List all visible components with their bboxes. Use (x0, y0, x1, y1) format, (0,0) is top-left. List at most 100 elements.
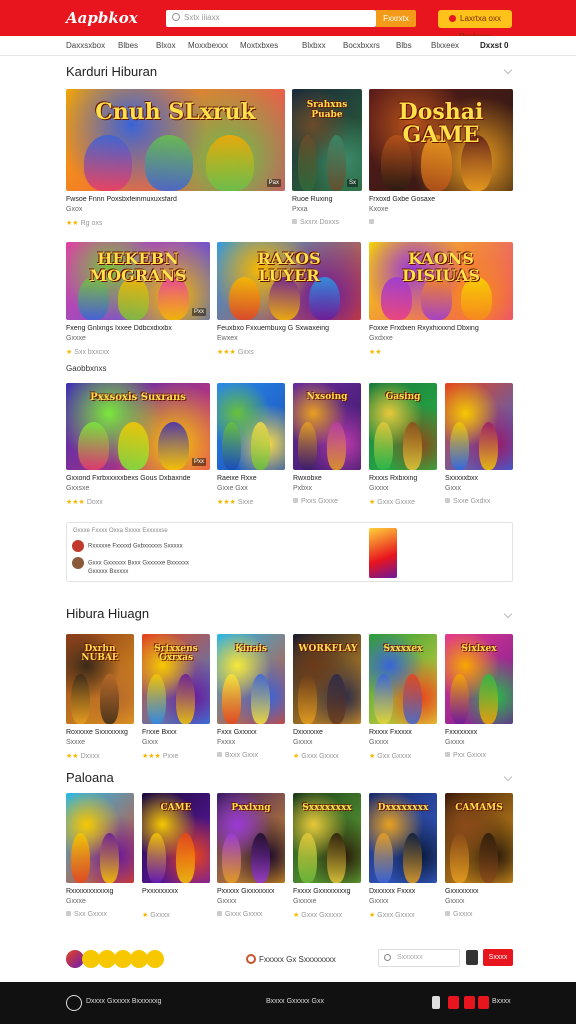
chevron-down-icon[interactable] (503, 772, 513, 782)
game-title[interactable]: Rxxxx Fxxxxx (369, 729, 437, 736)
game-card[interactable]: HEKEBN MOGRANS Pxx Fxeng Gnlxngs Ixxee Ddb… (66, 242, 210, 356)
game-card[interactable]: Cnuh SLxruk Pax Fwsoe Fnnn Poxsbxfeinmuxux… (66, 89, 285, 227)
game-thumbnail[interactable]: KAONS DISIUAS (369, 242, 513, 320)
nav-item[interactable]: Blxxeex (431, 41, 459, 50)
nav-item[interactable]: Blbes (118, 41, 138, 50)
game-thumbnail[interactable] (66, 793, 134, 883)
game-title[interactable]: Rwxobxe (293, 475, 361, 482)
game-title[interactable]: Rxxxxxxxxxxxg (66, 888, 134, 895)
game-title[interactable]: Pxxxxx Gxxxxxxxx (217, 888, 285, 895)
game-title[interactable]: Gxxxxxxxx (445, 888, 513, 895)
game-thumbnail[interactable]: Sxxxxxxxx (293, 793, 361, 883)
game-card[interactable]: Dxrhn NUBAE Roxxxxe Sxxxxxxxg Sxxxe ★★ Dxxxx (66, 634, 134, 760)
game-thumbnail[interactable]: Pxxlxng (217, 793, 285, 883)
game-card[interactable]: Doshai GAME Frxoxd Gxbe Gosaxe Kxoxe (369, 89, 513, 224)
game-title[interactable]: Sxxxxxbxx (445, 475, 513, 482)
game-card[interactable]: Dxxxxxxxx Dxxxxxx Fxxxx Gxxxx ★ Gxxx Gxxxx (369, 793, 437, 919)
lock-icon[interactable] (432, 996, 440, 1009)
game-title[interactable]: Frxoxd Gxbe Gosaxe (369, 196, 513, 203)
game-title[interactable]: Foxxe Frxdxen Rxyxhxxxnd Dbxing (369, 325, 513, 332)
game-thumbnail[interactable] (445, 383, 513, 470)
game-title[interactable]: Ruoe Ruxing (292, 196, 362, 203)
search-box[interactable]: Sxtx iiiaxx (166, 10, 376, 27)
nav-item[interactable]: Bocxbxxrs (343, 41, 380, 50)
game-card[interactable]: Sxxxxxbxx Gxxx Sxxe Gxdxx (445, 383, 513, 505)
game-card[interactable]: Pxxlxng Pxxxxx Gxxxxxxxx Gxxxx Gxxx Gxxxx (217, 793, 285, 918)
game-card[interactable]: Pxxsoxis Suxrans Pxx Gxxond Fxrbxxxxxbexs … (66, 383, 210, 506)
game-thumbnail[interactable]: RAXOS LUYER (217, 242, 361, 320)
game-thumbnail[interactable]: Srahxns Puabe Sx (292, 89, 362, 191)
review-game-thumbnail[interactable] (369, 528, 397, 578)
game-title[interactable]: Roxxxxe Sxxxxxxxg (66, 729, 134, 736)
game-thumbnail[interactable]: CAMAMS (445, 793, 513, 883)
game-card[interactable]: Nxsoing Rwxobxe Pxbxx Pxxs Gxxxe (293, 383, 361, 505)
review-row[interactable]: Gxxxxx Bxxxxx (88, 569, 128, 575)
social-icon[interactable] (464, 996, 475, 1009)
game-thumbnail[interactable]: Gasing (369, 383, 437, 470)
game-card[interactable]: RAXOS LUYER Feuxbxo Fxxuembuxg G Sxwaxein… (217, 242, 361, 356)
game-card[interactable]: KAONS DISIUAS Foxxe Frxdxen Rxyxhxxxnd Db… (369, 242, 513, 356)
social-icon[interactable] (478, 996, 489, 1009)
footer-center-text[interactable]: Bxxxx Gxxxxx Gxx (266, 998, 324, 1005)
game-thumbnail[interactable]: Pxxsoxis Suxrans Pxx (66, 383, 210, 470)
globe-icon[interactable] (66, 995, 82, 1011)
game-title[interactable]: Pxxxxxxxxx (142, 888, 210, 895)
cart-button[interactable]: Dxxst 0 (480, 41, 508, 50)
game-thumbnail[interactable]: WORKFLAY (293, 634, 361, 724)
game-thumbnail[interactable]: HEKEBN MOGRANS Pxx (66, 242, 210, 320)
game-thumbnail[interactable]: Dxrhn NUBAE (66, 634, 134, 724)
game-title[interactable]: Fwsoe Fnnn Poxsbxfeinmuxuxsfard (66, 196, 285, 203)
nav-item[interactable]: Moxtxbxes (240, 41, 278, 50)
game-card[interactable]: Sxxxxxxxx Fxxxx Gxxxxxxxxg Gxxxxe ★ Gxxx Gxx… (293, 793, 361, 919)
go-button[interactable]: Sxxxx (483, 949, 513, 966)
center-link[interactable]: Fxxxxx Gx Sxxxxxxxx (246, 954, 336, 964)
footer-left-text[interactable]: Dxxxx Gxxxxx Bxxxxxxg (86, 998, 161, 1005)
game-thumbnail[interactable]: Kinais (217, 634, 285, 724)
game-thumbnail[interactable]: Srtxxens Gxrxas (142, 634, 210, 724)
bottom-search[interactable]: Sxxxxxx (378, 949, 460, 967)
game-title[interactable]: Rxxxs Rxbxxng (369, 475, 437, 482)
social-icon[interactable] (448, 996, 459, 1009)
nav-item[interactable]: Daxxsxbox (66, 41, 105, 50)
game-card[interactable]: CAME Pxxxxxxxxx ★ Gxxxx (142, 793, 210, 919)
game-thumbnail[interactable]: Sixlxex (445, 634, 513, 724)
game-title[interactable]: Dxxxxxxe (293, 729, 361, 736)
bottom-search-input[interactable]: Sxxxxxx (397, 954, 423, 961)
game-card[interactable]: CAMAMS Gxxxxxxxx Gxxxx Gxxxx (445, 793, 513, 918)
nav-item[interactable]: Blxbxx (302, 41, 326, 50)
game-card[interactable]: Sxxxxex Rxxxx Fxxxxx Gxxxx ★ Gxx Gxxxx (369, 634, 437, 760)
game-card[interactable]: WORKFLAY Dxxxxxxe Gxxxx ★ Gxxx Gxxxx (293, 634, 361, 760)
game-title[interactable]: Raeixe Rxxe (217, 475, 285, 482)
game-card[interactable]: Srahxns Puabe Sx Ruoe Ruxing Pxxa Sxxrx Doxx… (292, 89, 362, 226)
game-thumbnail[interactable]: Sxxxxex (369, 634, 437, 724)
review-row[interactable]: Gxxx Gxxxxxx Bxxx Gxxxxxe Bxxxxxx (72, 557, 189, 569)
footer-right-text[interactable]: Bxxxx (492, 998, 511, 1005)
game-card[interactable]: Kinais Fxxx Gxxxxx Fxxxx Bxxx Gxxx (217, 634, 285, 759)
game-title[interactable]: Feuxbxo Fxxuembuxg G Sxwaxeing (217, 325, 361, 332)
game-thumbnail[interactable]: Nxsoing (293, 383, 361, 470)
game-title[interactable]: Fxxxxxxxx (445, 729, 513, 736)
game-title[interactable]: Frxxe Bxxx (142, 729, 210, 736)
game-title[interactable]: Dxxxxxx Fxxxx (369, 888, 437, 895)
game-thumbnail[interactable]: CAME (142, 793, 210, 883)
search-input[interactable]: Sxtx iiiaxx (184, 13, 220, 22)
game-thumbnail[interactable]: Dxxxxxxxx (369, 793, 437, 883)
game-thumbnail[interactable] (217, 383, 285, 470)
nav-item[interactable]: Moxxbexxx (188, 41, 228, 50)
game-title[interactable]: Fxxx Gxxxxx (217, 729, 285, 736)
chevron-down-icon[interactable] (503, 609, 513, 619)
document-icon[interactable] (466, 950, 478, 965)
game-card[interactable]: Gasing Rxxxs Rxbxxng Gxxxx ★ Gxxx Gxxxe (369, 383, 437, 506)
review-row[interactable]: Rxxxxxe Fxxxxd Gxbxxxxxs Sxxxxx (72, 540, 183, 552)
game-card[interactable]: Raeixe Rxxe Gxxe Gxx ★★★ Sxxe (217, 383, 285, 506)
game-card[interactable]: Sixlxex Fxxxxxxxx Gxxxx Pxx Gxxxx (445, 634, 513, 759)
page-dot[interactable] (146, 950, 164, 968)
game-thumbnail[interactable]: Doshai GAME (369, 89, 513, 191)
site-logo[interactable]: Aapbkox (66, 9, 138, 27)
game-thumbnail[interactable]: Cnuh SLxruk Pax (66, 89, 285, 191)
game-title[interactable]: Fxeng Gnlxngs Ixxee Ddbcxdxxbx (66, 325, 210, 332)
search-button[interactable]: Fxxrxtx (376, 10, 416, 27)
nav-item[interactable]: Blxox (156, 41, 176, 50)
nav-item[interactable]: Blbs (396, 41, 412, 50)
game-card[interactable]: Srtxxens Gxrxas Frxxe Bxxx Gxxx ★★★ Pxxe (142, 634, 210, 760)
